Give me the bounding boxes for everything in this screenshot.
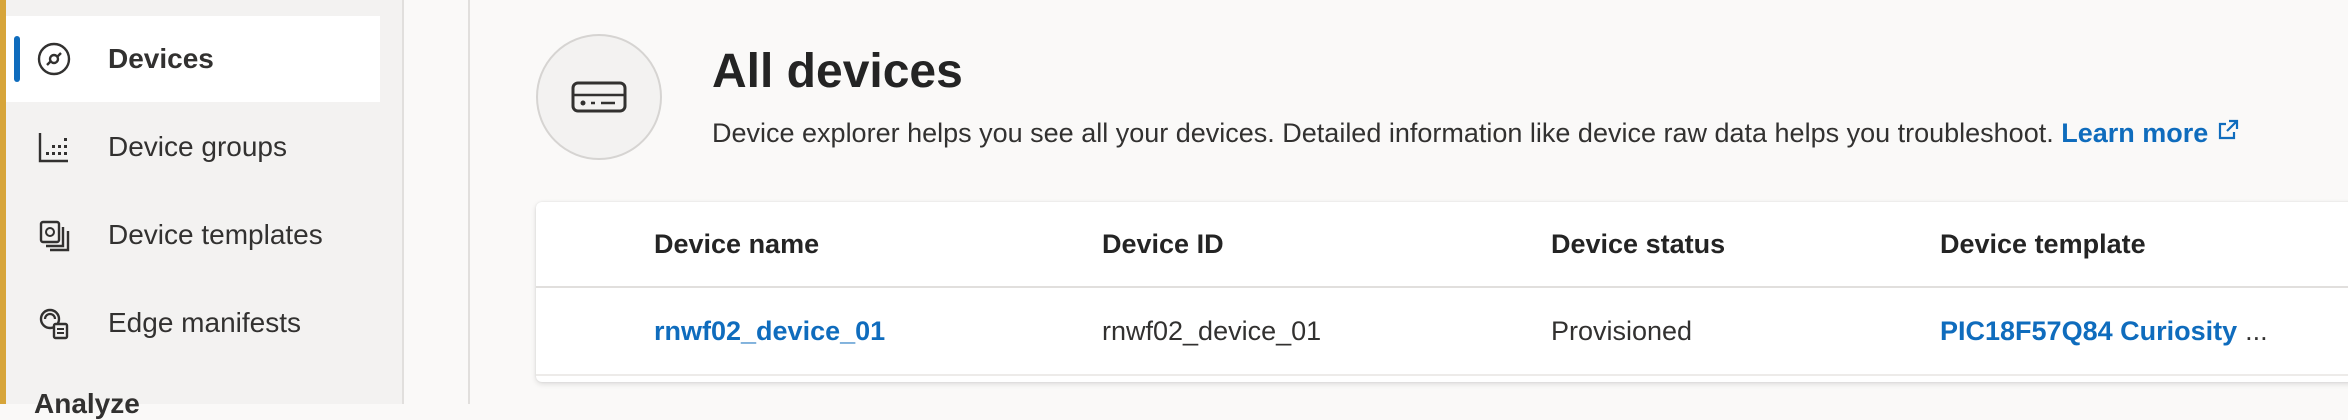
edge-manifests-icon bbox=[34, 303, 74, 343]
device-template-link[interactable]: PIC18F57Q84 Curiosity bbox=[1940, 316, 2237, 347]
device-template-cell: PIC18F57Q84 Curiosity... bbox=[1940, 288, 2268, 374]
device-templates-icon bbox=[34, 215, 74, 255]
table-row[interactable]: rnwf02_device_01 rnwf02_device_01 Provis… bbox=[536, 288, 2348, 376]
sidebar: Devices Device groups Device templates E… bbox=[6, 0, 404, 419]
devices-table: Device name Device ID Device status Devi… bbox=[536, 202, 2348, 382]
sidebar-item-device-templates[interactable]: Device templates bbox=[6, 192, 380, 278]
collapsed-panel bbox=[404, 0, 470, 404]
learn-more-link[interactable]: Learn more bbox=[2061, 118, 2240, 148]
column-header-device-template[interactable]: Device template bbox=[1940, 202, 2146, 286]
sidebar-item-device-groups[interactable]: Device groups bbox=[6, 104, 380, 190]
learn-more-label: Learn more bbox=[2061, 118, 2209, 148]
table-header-row: Device name Device ID Device status Devi… bbox=[536, 202, 2348, 288]
devices-icon bbox=[34, 39, 74, 79]
page-description: Device explorer helps you see all your d… bbox=[712, 118, 2240, 149]
device-status-cell: Provisioned bbox=[1551, 315, 1693, 346]
column-header-device-status[interactable]: Device status bbox=[1551, 202, 1725, 286]
sidebar-item-label: Device templates bbox=[108, 219, 323, 250]
sidebar-item-label: Devices bbox=[108, 43, 214, 74]
device-id-cell: rnwf02_device_01 bbox=[1102, 315, 1322, 346]
column-header-device-name[interactable]: Device name bbox=[654, 202, 819, 286]
page-title: All devices bbox=[712, 45, 963, 98]
sidebar-item-label: Edge manifests bbox=[108, 307, 301, 338]
device-name-link[interactable]: rnwf02_device_01 bbox=[654, 288, 885, 374]
column-header-device-id[interactable]: Device ID bbox=[1102, 202, 1224, 286]
sidebar-item-label: Device groups bbox=[108, 131, 287, 162]
device-groups-icon bbox=[34, 127, 74, 167]
truncation-ellipsis: ... bbox=[2245, 315, 2268, 346]
device-hero-icon bbox=[536, 34, 662, 160]
main-content: All devices Device explorer helps you se… bbox=[470, 0, 2348, 404]
sidebar-item-devices[interactable]: Devices bbox=[6, 16, 380, 102]
external-link-icon bbox=[2216, 118, 2240, 149]
description-text: Device explorer helps you see all your d… bbox=[712, 118, 2054, 148]
sidebar-section-heading: Analyze bbox=[34, 388, 140, 419]
sidebar-item-edge-manifests[interactable]: Edge manifests bbox=[6, 280, 380, 366]
